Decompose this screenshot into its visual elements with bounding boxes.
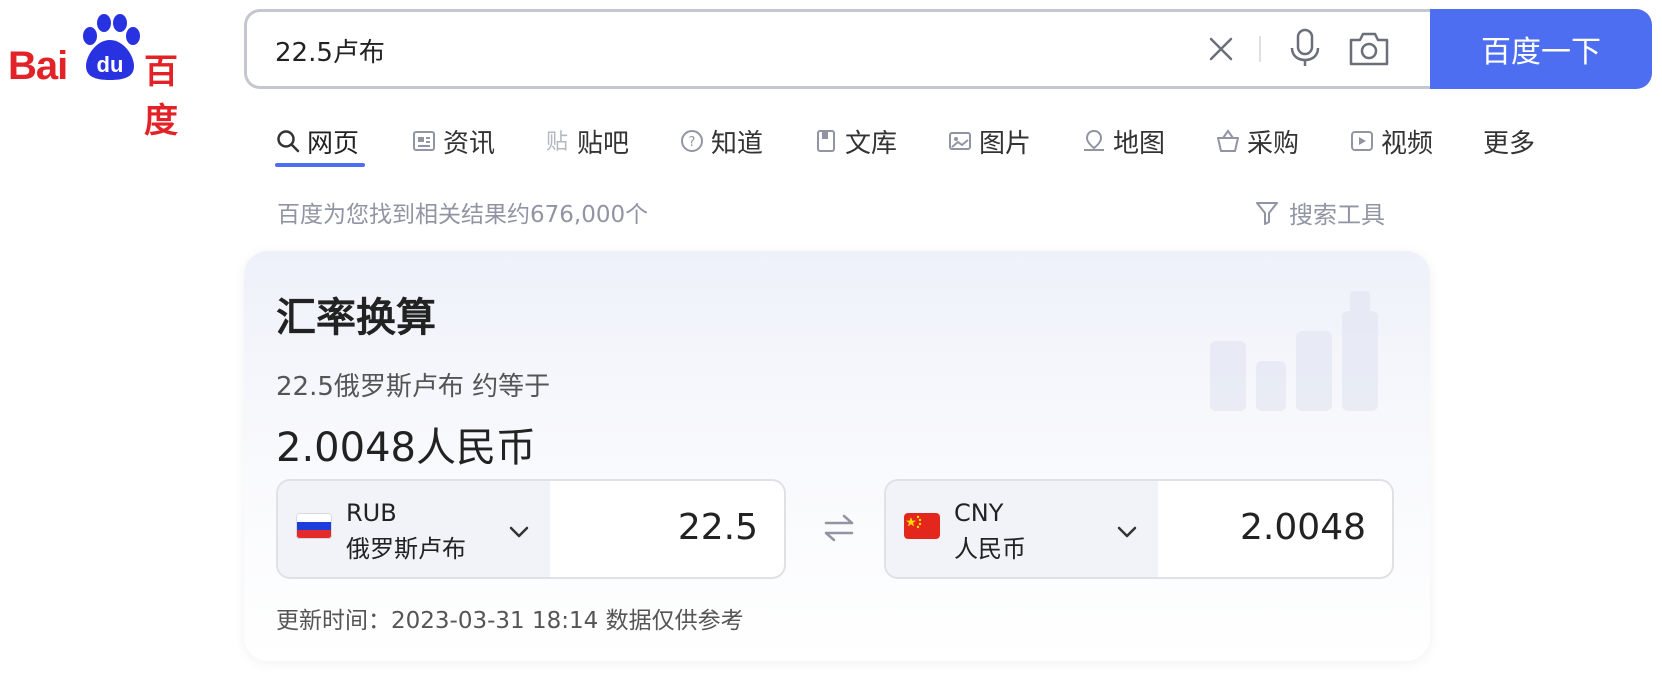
svg-text:?: ? [689, 135, 696, 150]
video-icon [1351, 131, 1373, 151]
tab-news[interactable]: 资讯 [411, 115, 495, 167]
chevron-down-icon [1117, 526, 1137, 538]
tab-label: 图片 [979, 128, 1032, 159]
from-currency-code: RUB [346, 499, 397, 527]
chevron-down-icon [509, 526, 529, 538]
swap-icon[interactable] [822, 513, 856, 543]
exchange-rate-card: 汇率换算 22.5俄罗斯卢布 约等于 2.0048人民币 RUB 俄罗斯卢布 2… [244, 251, 1430, 661]
divider [1259, 36, 1261, 62]
conversion-result-text: 2.0048人民币 [276, 425, 536, 471]
to-amount-input[interactable]: 2.0048 [1240, 507, 1366, 548]
result-count: 百度为您找到相关结果约676,000个 [277, 202, 649, 228]
image-icon [949, 132, 971, 150]
tab-label: 网页 [307, 128, 360, 159]
to-currency-select[interactable]: CNY 人民币 [886, 481, 1158, 577]
tab-wenku[interactable]: 文库 [813, 115, 897, 167]
paw-icon: du [83, 14, 140, 80]
to-currency-code: CNY [954, 499, 1004, 527]
tab-label: 贴吧 [577, 128, 630, 159]
document-icon [817, 130, 835, 152]
search-icon [277, 130, 300, 153]
filter-icon [1256, 201, 1278, 225]
tab-shopping[interactable]: 采购 [1215, 115, 1299, 167]
tieba-icon: 贴 [546, 130, 568, 154]
tab-map[interactable]: 地图 [1081, 115, 1165, 167]
from-currency-name: 俄罗斯卢布 [346, 535, 466, 563]
china-flag-icon [904, 513, 940, 539]
tab-video[interactable]: 视频 [1349, 115, 1433, 167]
tab-label: 地图 [1113, 128, 1166, 159]
tab-label: 资讯 [443, 128, 496, 159]
logo-text-du: du [97, 52, 124, 77]
search-tools-label: 搜索工具 [1289, 201, 1385, 229]
tab-label: 采购 [1247, 128, 1300, 159]
search-button[interactable]: 百度一下 [1430, 9, 1652, 89]
card-title: 汇率换算 [276, 295, 436, 341]
search-input[interactable] [273, 32, 1107, 68]
tab-label: 更多 [1483, 128, 1536, 159]
svg-text:贴: 贴 [546, 130, 568, 154]
to-currency-converter: CNY 人民币 2.0048 [884, 479, 1394, 579]
to-currency-name: 人民币 [954, 535, 1026, 563]
question-icon: ? [681, 130, 703, 152]
tab-label: 知道 [711, 128, 764, 159]
card-decoration [1210, 291, 1378, 411]
tab-label: 文库 [845, 128, 898, 159]
tab-more[interactable]: 更多 [1483, 115, 1535, 167]
conversion-from-text: 22.5俄罗斯卢布 约等于 [276, 372, 551, 402]
tab-web[interactable]: 网页 [275, 115, 359, 167]
close-icon[interactable] [1205, 33, 1237, 65]
russia-flag-icon [296, 513, 332, 539]
news-icon [413, 131, 435, 151]
search-box [244, 9, 1430, 89]
tab-images[interactable]: 图片 [947, 115, 1031, 167]
camera-icon[interactable] [1347, 30, 1391, 68]
logo-text-bai: Bai [8, 44, 68, 88]
active-tab-indicator [275, 163, 365, 167]
tab-tieba[interactable]: 贴 贴吧 [545, 115, 629, 167]
microphone-icon[interactable] [1287, 28, 1323, 68]
search-tools-button[interactable]: 搜索工具 [1255, 195, 1385, 230]
map-icon [1084, 129, 1104, 151]
from-currency-select[interactable]: RUB 俄罗斯卢布 [278, 481, 550, 577]
basket-icon [1217, 129, 1239, 152]
logo-text-baidu-cn: 百度 [144, 52, 178, 141]
from-currency-converter: RUB 俄罗斯卢布 22.5 [276, 479, 786, 579]
from-amount-input[interactable]: 22.5 [678, 507, 758, 548]
update-time-note: 更新时间：2023-03-31 18:14 数据仅供参考 [276, 608, 744, 634]
baidu-logo[interactable]: Bai du 百度 [8, 14, 208, 141]
tab-label: 视频 [1381, 128, 1434, 159]
tab-zhidao[interactable]: ? 知道 [679, 115, 763, 167]
search-tabs: 网页 资讯 贴 贴吧 ? 知道 文库 图片 地图 采购 视频 更多 [275, 115, 1655, 175]
